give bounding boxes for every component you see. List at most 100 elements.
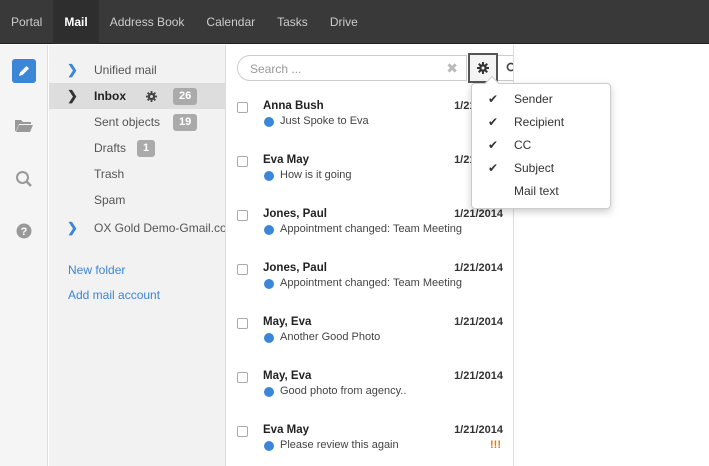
mail-list-item[interactable]: May, Eva 1/21/2014 Good photo from agenc…	[227, 365, 513, 419]
search-icon	[506, 62, 513, 72]
search-placeholder: Search ...	[250, 62, 302, 76]
pencil-icon	[19, 66, 29, 76]
unread-dot-icon	[264, 387, 274, 397]
checkmark-icon: ✔	[488, 92, 499, 106]
folder-tree: ❯ Unified mail ❯ Inbox 26 Sent objects 1…	[49, 45, 226, 466]
gear-icon	[145, 90, 157, 102]
mail-date: 1/21/2014	[454, 262, 503, 274]
search-option-sender[interactable]: ✔ Sender	[472, 88, 610, 111]
help-icon: ?	[16, 223, 32, 239]
mail-date: 1/21/2014	[454, 316, 503, 328]
folder-ox-gold-demo[interactable]: ❯ OX Gold Demo-Gmail.com	[49, 215, 226, 241]
mail-date: 1/21/2014	[454, 208, 503, 220]
option-label: Subject	[514, 161, 555, 175]
mail-sender: Anna Bush	[263, 100, 324, 112]
select-checkbox[interactable]	[237, 264, 248, 275]
mail-sender: Eva May	[263, 154, 310, 166]
checkmark-icon: ✔	[488, 115, 499, 129]
option-label: Sender	[514, 92, 553, 106]
mail-list-item[interactable]: Eva May 1/21/2014 Please review this aga…	[227, 419, 513, 466]
folder-unified-mail[interactable]: ❯ Unified mail	[49, 57, 225, 83]
search-options-dropdown: ✔ Sender ✔ Recipient ✔ CC ✔ Subject Mail…	[471, 75, 611, 209]
checkmark-icon: ✔	[488, 161, 499, 175]
folder-trash[interactable]: Trash	[49, 161, 225, 187]
folder-sent-objects[interactable]: Sent objects 19	[49, 109, 225, 135]
mail-sender: May, Eva	[263, 316, 312, 328]
unread-dot-icon	[264, 333, 274, 343]
mail-subject: Appointment changed: Team Meeting	[280, 277, 463, 289]
search-toggle-button[interactable]	[12, 167, 36, 191]
search-option-subject[interactable]: ✔ Subject	[472, 157, 610, 180]
tab-tasks[interactable]: Tasks	[266, 0, 319, 44]
new-folder-link[interactable]: New folder	[68, 263, 125, 277]
folder-icon	[15, 120, 33, 132]
mail-list-item[interactable]: Jones, Paul 1/21/2014 Appointment change…	[227, 203, 513, 257]
folder-drafts[interactable]: Drafts 1	[49, 135, 225, 161]
unread-count-badge: 19	[173, 113, 198, 131]
unread-dot-icon	[264, 441, 274, 451]
mail-subject: Just Spoke to Eva	[280, 115, 369, 127]
search-option-mail-text[interactable]: Mail text	[472, 180, 610, 203]
unread-dot-icon	[264, 117, 274, 127]
mail-date: 1/21/2014	[454, 424, 503, 436]
mail-subject: Appointment changed: Team Meeting	[280, 223, 463, 235]
search-option-cc[interactable]: ✔ CC	[472, 134, 610, 157]
mail-subject: How is it going	[280, 169, 352, 181]
unread-dot-icon	[264, 279, 274, 289]
select-checkbox[interactable]	[237, 156, 248, 167]
mail-subject: Please review this again	[280, 439, 399, 451]
option-label: Recipient	[514, 115, 565, 129]
mail-sender: Eva May	[263, 424, 310, 436]
svg-text:?: ?	[21, 226, 28, 238]
unread-dot-icon	[264, 225, 274, 235]
tab-calendar[interactable]: Calendar	[195, 0, 266, 44]
checkmark-icon: ✔	[488, 138, 499, 152]
tab-mail[interactable]: Mail	[53, 0, 99, 44]
mail-sender: Jones, Paul	[263, 262, 327, 274]
high-priority-icon: !!!	[490, 439, 501, 451]
unread-count-badge: 26	[173, 87, 198, 105]
chevron-right-icon[interactable]: ❯	[67, 62, 78, 78]
select-checkbox[interactable]	[237, 102, 248, 113]
select-checkbox[interactable]	[237, 210, 248, 221]
search-option-recipient[interactable]: ✔ Recipient	[472, 111, 610, 134]
add-mail-account-link[interactable]: Add mail account	[68, 288, 160, 302]
clear-search-icon[interactable]: ✖	[446, 60, 458, 77]
tab-address-book[interactable]: Address Book	[99, 0, 196, 44]
top-navigation-bar: Portal Mail Address Book Calendar Tasks …	[0, 0, 709, 44]
mail-list-item[interactable]: Jones, Paul 1/21/2014 Appointment change…	[227, 257, 513, 311]
folder-inbox[interactable]: ❯ Inbox 26	[49, 83, 225, 109]
left-toolbar: ?	[0, 45, 48, 466]
folder-spam[interactable]: Spam	[49, 187, 225, 213]
select-checkbox[interactable]	[237, 318, 248, 329]
folder-label: Unified mail	[94, 63, 157, 77]
folder-settings-button[interactable]	[142, 88, 160, 104]
folder-label: Inbox	[94, 89, 126, 103]
folder-label: Drafts	[94, 141, 127, 155]
chevron-right-icon[interactable]: ❯	[67, 88, 78, 104]
help-button[interactable]: ?	[12, 219, 36, 243]
mail-sender: May, Eva	[263, 370, 312, 382]
mail-list-item[interactable]: May, Eva 1/21/2014 Another Good Photo	[227, 311, 513, 365]
folder-view-button[interactable]	[12, 113, 36, 137]
tab-drive[interactable]: Drive	[319, 0, 369, 44]
search-submit-button[interactable]	[498, 55, 513, 81]
option-label: Mail text	[514, 184, 559, 198]
mail-date: 1/21/2014	[454, 370, 503, 382]
folder-label: OX Gold Demo-Gmail.com	[94, 221, 226, 235]
search-field[interactable]: Search ... ✖	[237, 55, 467, 81]
mail-sender: Jones, Paul	[263, 208, 327, 220]
compose-button[interactable]	[12, 59, 36, 83]
folder-label: Trash	[94, 167, 125, 181]
select-checkbox[interactable]	[237, 372, 248, 383]
search-icon	[16, 171, 32, 187]
unread-count-badge: 1	[137, 139, 156, 157]
folder-label: Spam	[94, 193, 126, 207]
folder-label: Sent objects	[94, 115, 161, 129]
option-label: CC	[514, 138, 532, 152]
select-checkbox[interactable]	[237, 426, 248, 437]
tab-portal[interactable]: Portal	[0, 0, 53, 44]
chevron-right-icon[interactable]: ❯	[67, 220, 78, 236]
gear-icon	[477, 62, 489, 74]
unread-dot-icon	[264, 171, 274, 181]
